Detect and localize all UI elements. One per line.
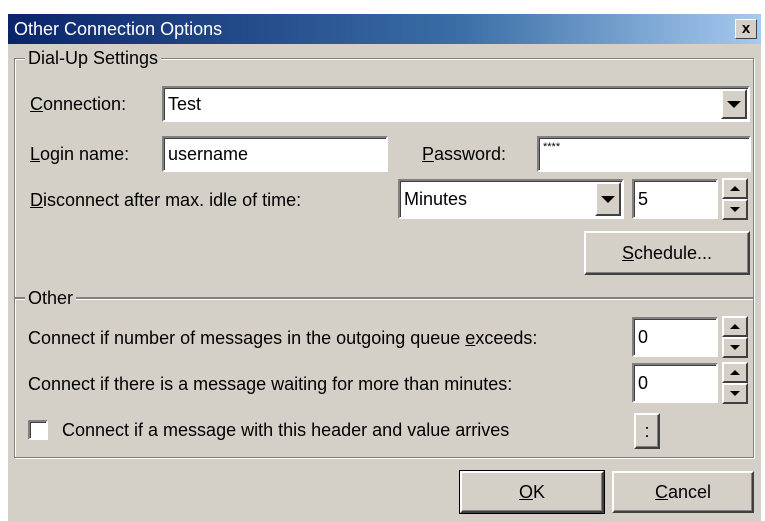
connection-label: Connection: [30,94,127,114]
idle-amount-input[interactable]: 5 [632,179,718,219]
spin-up-button[interactable] [722,178,748,199]
arrow-down-icon [730,207,740,212]
arrow-up-icon [730,186,740,191]
cancel-button-label: Cancel [654,482,712,502]
waiting-minutes-input[interactable]: 0 [632,363,718,403]
password-input[interactable]: **** [537,136,751,172]
cancel-button[interactable]: Cancel [612,471,754,513]
other-group-label: Other [25,287,77,309]
idle-amount-value: 5 [638,189,649,209]
queue-exceeds-spinner[interactable] [722,316,748,358]
header-value-checkbox[interactable] [28,420,48,440]
connection-dropdown-button[interactable] [721,89,747,119]
idle-time-label: Disconnect after max. idle of time: [30,190,302,210]
queue-exceeds-value: 0 [638,327,649,347]
waiting-minutes-label: Connect if there is a message waiting fo… [28,374,513,394]
password-label: Password: [422,144,507,164]
arrow-down-icon [730,345,740,350]
arrow-up-icon [730,370,740,375]
ok-button-label: OK [518,482,546,502]
arrow-up-icon [730,324,740,329]
login-name-label: Login name: [30,144,130,164]
login-name-input[interactable]: username [162,136,388,172]
connection-dropdown[interactable]: Test [162,86,750,122]
arrow-down-icon [730,391,740,396]
schedule-button[interactable]: Schedule... [584,231,750,275]
header-value-checkbox-label[interactable]: Connect if a message with this header an… [62,418,509,442]
connection-value: Test [168,94,202,114]
spin-down-button[interactable] [722,337,748,358]
idle-amount-spinner[interactable] [722,178,748,220]
close-button[interactable]: x [735,19,757,39]
spin-up-button[interactable] [722,362,748,383]
header-value-button-label: : [644,421,650,441]
password-value: **** [543,141,561,153]
waiting-minutes-value: 0 [638,373,649,393]
spin-down-button[interactable] [722,383,748,404]
queue-exceeds-label: Connect if number of messages in the out… [28,328,538,348]
header-value-button[interactable]: : [634,413,660,449]
spin-up-button[interactable] [722,316,748,337]
dialog-window: Other Connection Options x Dial-Up Setti… [8,14,761,521]
waiting-minutes-spinner[interactable] [722,362,748,404]
chevron-down-icon [727,100,741,108]
chevron-down-icon [601,195,615,203]
queue-exceeds-input[interactable]: 0 [632,317,718,357]
idle-unit-dropdown[interactable]: Minutes [398,179,624,219]
spin-down-button[interactable] [722,199,748,220]
ok-button[interactable]: OK [459,470,605,514]
schedule-button-label: Schedule... [621,243,713,263]
title-bar[interactable]: Other Connection Options x [8,14,761,44]
dialup-settings-label: Dial-Up Settings [25,47,162,69]
dialog-title: Other Connection Options [14,19,223,39]
login-name-value: username [168,144,249,164]
idle-unit-value: Minutes [404,189,468,209]
idle-unit-dropdown-button[interactable] [595,182,621,216]
